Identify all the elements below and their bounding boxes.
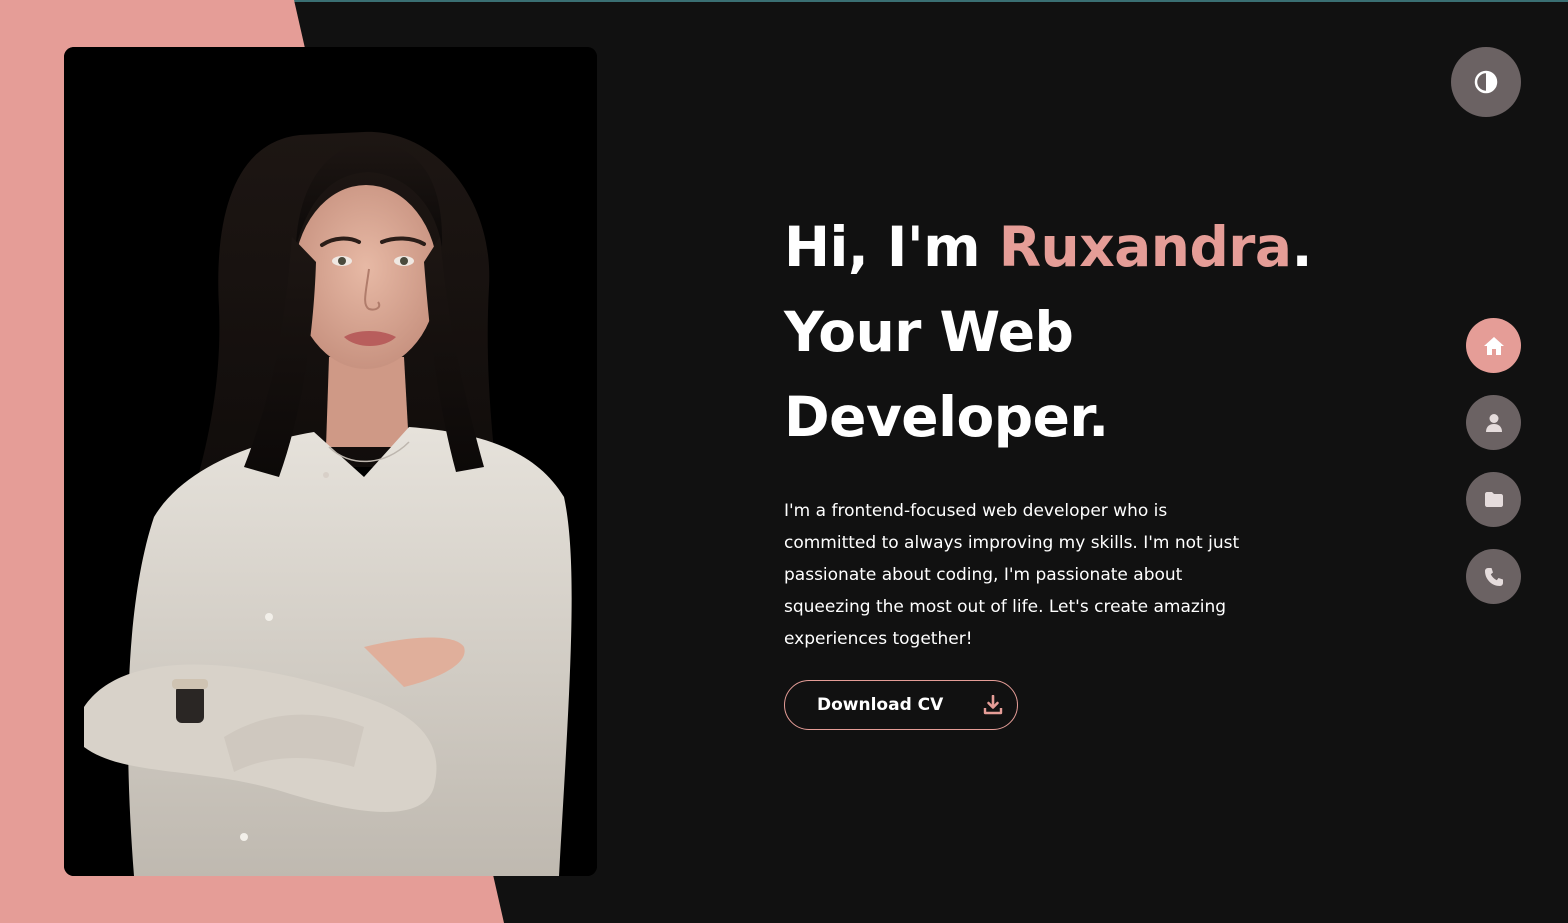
hero-line-2: Your Web [784, 300, 1074, 364]
hero-section: Hi, I'm Ruxandra. Your Web Developer. I'… [784, 205, 1344, 730]
hero-period: . [1291, 215, 1313, 279]
download-cv-button[interactable]: Download CV [784, 680, 1018, 730]
user-icon [1485, 413, 1502, 432]
hero-heading: Hi, I'm Ruxandra. Your Web Developer. [784, 205, 1344, 460]
home-icon [1483, 336, 1504, 355]
phone-icon [1484, 567, 1503, 586]
folder-icon [1484, 492, 1503, 507]
theme-toggle-button[interactable] [1451, 47, 1521, 117]
side-navigation [1466, 318, 1521, 626]
hero-greeting: Hi, I'm [784, 215, 999, 279]
contrast-icon [1474, 70, 1498, 94]
download-cv-label: Download CV [817, 695, 944, 715]
nav-home-button[interactable] [1466, 318, 1521, 373]
download-icon [983, 695, 1003, 715]
hero-description: I'm a frontend-focused web developer who… [784, 501, 1240, 649]
page: Hi, I'm Ruxandra. Your Web Developer. I'… [0, 0, 1568, 923]
nav-contact-button[interactable] [1466, 549, 1521, 604]
profile-photo [64, 47, 597, 876]
hero-name: Ruxandra [998, 215, 1292, 279]
nav-about-button[interactable] [1466, 395, 1521, 450]
nav-portfolio-button[interactable] [1466, 472, 1521, 527]
hero-line-3: Developer. [784, 385, 1109, 449]
